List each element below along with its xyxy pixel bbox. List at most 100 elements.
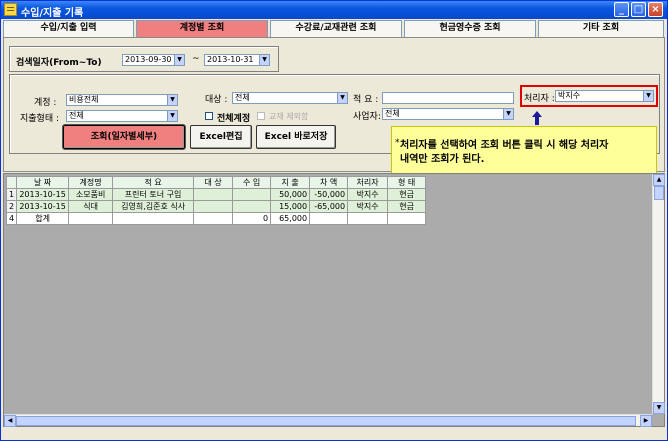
column-header-account[interactable]: 계정명 <box>68 176 114 189</box>
title-bar[interactable]: 수입/지출 기록 _ □ × <box>1 1 667 19</box>
cell-balance[interactable]: -50,000 <box>309 188 349 201</box>
cell-expense[interactable]: 15,000 <box>270 200 311 213</box>
cell-account[interactable]: 식대 <box>68 200 114 213</box>
handler-select[interactable]: 박지수 ▼ <box>555 90 654 102</box>
tab-strip: 수입/지출 입력 계정별 조회 수강료/교재관련 조회 현금영수증 조회 기타 … <box>3 20 665 37</box>
excel-edit-button[interactable]: Excel편집 <box>190 125 252 149</box>
cell-target[interactable] <box>193 188 234 201</box>
chevron-down-icon: ▼ <box>337 93 347 103</box>
scroll-up-icon[interactable]: ▲ <box>653 174 665 186</box>
cell-account[interactable] <box>68 212 114 225</box>
cell-type[interactable]: 현금 <box>387 188 427 201</box>
column-header-income[interactable]: 수 입 <box>232 176 272 189</box>
callout-line-1: 처리자를 선택하여 조회 버튼 클릭 시 해당 처리자 <box>400 140 609 151</box>
date-search-box: 검색일자(From~To) 2013-09-30 ▼ ~ 2013-10-31 … <box>9 46 279 72</box>
handler-callout: * 처리자를 선택하여 조회 버튼 클릭 시 해당 처리자 내역만 조회가 된다… <box>391 126 657 176</box>
cell-type[interactable] <box>387 212 427 225</box>
date-from-picker[interactable]: 2013-09-30 ▼ <box>122 54 185 66</box>
cell-summary[interactable]: 프린터 토너 구입 <box>112 188 195 201</box>
chevron-down-icon: ▼ <box>167 95 177 105</box>
app-window: 수입/지출 기록 _ □ × 수입/지출 입력 계정별 조회 수강료/교재관련 … <box>0 0 668 441</box>
cell-target[interactable] <box>193 200 234 213</box>
scroll-right-icon[interactable]: ▶ <box>640 415 652 427</box>
close-button[interactable]: × <box>648 2 663 17</box>
horizontal-scrollbar[interactable]: ◀ ▶ <box>4 414 652 427</box>
maximize-button[interactable]: □ <box>631 2 646 17</box>
chevron-down-icon: ▼ <box>174 55 184 65</box>
tab-cash-receipt-search[interactable]: 현금영수증 조회 <box>404 20 536 37</box>
app-icon <box>4 3 17 16</box>
horizontal-scroll-thumb[interactable] <box>16 416 636 426</box>
expense-type-select-value: 전체 <box>69 111 84 120</box>
account-select-value: 비용전체 <box>69 95 99 104</box>
date-range-tilde: ~ <box>192 54 200 64</box>
cell-target[interactable] <box>193 212 234 225</box>
cell-date[interactable]: 합계 <box>16 212 70 225</box>
excel-save-button[interactable]: Excel 바로저장 <box>256 125 336 149</box>
scroll-left-icon[interactable]: ◀ <box>4 415 16 427</box>
date-to-picker[interactable]: 2013-10-31 ▼ <box>204 54 270 66</box>
column-header-handler[interactable]: 처리자 <box>347 176 389 189</box>
table-header-row: 날 짜 계정명 적 요 대 상 수 입 지 출 차 액 처리자 형 태 <box>5 176 427 189</box>
table-total-row[interactable]: 4 합계 0 65,000 <box>5 212 427 225</box>
search-button[interactable]: 조회(일자별세부) <box>62 124 186 150</box>
cell-income[interactable] <box>232 188 272 201</box>
table-row[interactable]: 2 2013-10-15 식대 김영희,김준호 식사 15,000 -65,00… <box>5 200 427 213</box>
table-row[interactable]: 1 2013-10-15 소모품비 프린터 토너 구입 50,000 -50,0… <box>5 188 427 201</box>
cell-balance[interactable] <box>309 212 349 225</box>
cell-handler[interactable]: 박지수 <box>347 200 389 213</box>
handler-select-value: 박지수 <box>558 91 581 100</box>
summary-label: 적 요 : <box>353 95 379 105</box>
date-search-label: 검색일자(From~To) <box>16 58 102 68</box>
target-select[interactable]: 전체 ▼ <box>232 92 348 104</box>
account-label: 계정 : <box>34 98 57 108</box>
cell-income[interactable]: 0 <box>232 212 272 225</box>
vertical-scroll-thumb[interactable] <box>654 186 664 200</box>
tab-other-search[interactable]: 기타 조회 <box>538 20 664 37</box>
cell-account[interactable]: 소모품비 <box>68 188 114 201</box>
textbook-exclude-checkbox[interactable] <box>257 112 265 120</box>
results-table: 날 짜 계정명 적 요 대 상 수 입 지 출 차 액 처리자 형 태 1 20… <box>5 176 427 225</box>
cell-handler[interactable] <box>347 212 389 225</box>
all-accounts-label: 전체계정 <box>217 114 251 124</box>
row-number: 1 <box>5 188 18 201</box>
business-label: 사업자: <box>353 112 381 122</box>
cell-date[interactable]: 2013-10-15 <box>16 200 70 213</box>
column-header-target[interactable]: 대 상 <box>193 176 234 189</box>
expense-type-label: 지출형태 : <box>20 114 60 124</box>
all-accounts-checkbox[interactable] <box>205 112 213 120</box>
business-select[interactable]: 전체 ▼ <box>382 108 514 120</box>
target-label: 대상 : <box>205 95 228 105</box>
summary-input[interactable] <box>382 92 514 104</box>
minimize-button[interactable]: _ <box>614 2 629 17</box>
vertical-scrollbar[interactable]: ▲ ▼ <box>652 174 665 414</box>
window-title: 수입/지출 기록 <box>21 8 84 19</box>
business-select-value: 전체 <box>385 109 400 118</box>
scroll-down-icon[interactable]: ▼ <box>653 402 665 414</box>
cell-expense[interactable]: 65,000 <box>270 212 311 225</box>
account-select[interactable]: 비용전체 ▼ <box>66 94 178 106</box>
column-header-type[interactable]: 형 태 <box>387 176 427 189</box>
column-header-expense[interactable]: 지 출 <box>270 176 311 189</box>
callout-star: * <box>395 138 400 148</box>
column-header-summary[interactable]: 적 요 <box>112 176 195 189</box>
textbook-exclude-label: 교재 제외함 <box>269 112 309 121</box>
cell-balance[interactable]: -65,000 <box>309 200 349 213</box>
chevron-down-icon: ▼ <box>503 109 513 119</box>
tab-income-expense-entry[interactable]: 수입/지출 입력 <box>3 20 134 37</box>
cell-income[interactable] <box>232 200 272 213</box>
column-header-date[interactable]: 날 짜 <box>16 176 70 189</box>
tab-tuition-textbook-search[interactable]: 수강료/교재관련 조회 <box>270 20 402 37</box>
row-number: 4 <box>5 212 18 225</box>
cell-date[interactable]: 2013-10-15 <box>16 188 70 201</box>
chevron-down-icon: ▼ <box>643 91 653 101</box>
cell-type[interactable]: 현금 <box>387 200 427 213</box>
expense-type-select[interactable]: 전체 ▼ <box>66 110 178 122</box>
cell-summary[interactable]: 김영희,김준호 식사 <box>112 200 195 213</box>
column-header-balance[interactable]: 차 액 <box>309 176 349 189</box>
cell-handler[interactable]: 박지수 <box>347 188 389 201</box>
chevron-down-icon: ▼ <box>259 55 269 65</box>
tab-account-search[interactable]: 계정별 조회 <box>136 20 268 37</box>
cell-expense[interactable]: 50,000 <box>270 188 311 201</box>
cell-summary[interactable] <box>112 212 195 225</box>
